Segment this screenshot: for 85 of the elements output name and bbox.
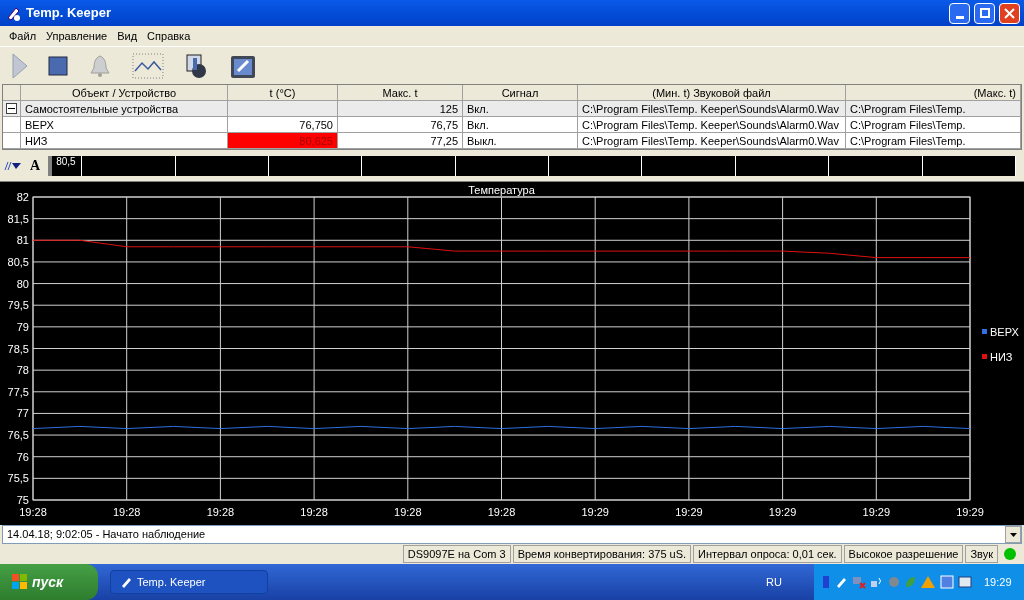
- expander-toggle[interactable]: [6, 103, 17, 114]
- table-cell: C:\Program Files\Temp.: [846, 101, 1021, 117]
- minimize-button[interactable]: [949, 2, 970, 24]
- play-icon: [12, 52, 28, 79]
- table-cell: C:\Program Files\Temp. Keeper\Sounds\Alarm0.Wav: [578, 101, 846, 117]
- menu-item[interactable]: Справка: [142, 27, 196, 45]
- bell-icon: [88, 53, 112, 78]
- x-tick-label: 19:28: [300, 506, 328, 518]
- legend-label: ВЕРХ: [990, 326, 1019, 338]
- battery-icon: [822, 575, 830, 589]
- table-cell: 125: [338, 101, 463, 117]
- y-tick-label: 82: [16, 191, 29, 203]
- y-tick-label: 80,5: [7, 255, 29, 268]
- table-cell: 80,625: [228, 133, 338, 149]
- wireless-icon: [870, 575, 884, 589]
- x-tick-label: 19:29: [675, 506, 703, 518]
- speaker-icon: [888, 575, 900, 589]
- table-cell: НИЗ: [21, 133, 228, 149]
- y-tick-label: 76: [16, 450, 29, 463]
- table-cell: 76,75: [338, 117, 463, 133]
- chart-title: Температура: [468, 184, 535, 196]
- y-tick-label: 81,5: [7, 212, 29, 225]
- table-cell: C:\Program Files\Temp.: [846, 117, 1021, 133]
- y-tick-label: 77: [16, 407, 29, 420]
- log-field[interactable]: 14.04.18; 9:02:05 - Начато наблюдение: [2, 525, 1022, 544]
- table-cell: 77,25: [338, 133, 463, 149]
- stop-icon: [48, 55, 68, 76]
- dropdown-button[interactable]: [1005, 526, 1021, 543]
- clock: 19:29: [984, 574, 1012, 590]
- status-panel: Интервал опроса: 0,01 сек.: [693, 545, 842, 563]
- x-tick-label: 19:28: [487, 506, 516, 518]
- status-panel: DS9097E на Com 3: [402, 545, 511, 563]
- close-icon: [1004, 7, 1015, 19]
- start-button[interactable]: пуск: [0, 564, 98, 600]
- table-cell: Вкл.: [463, 101, 578, 117]
- table-cell: Самостоятельные устройства: [21, 101, 228, 117]
- close-button[interactable]: [999, 2, 1020, 24]
- line-chart-icon: [132, 52, 164, 79]
- row-gutter: [3, 133, 21, 149]
- window-title: Temp. Keeper: [26, 4, 112, 23]
- restore-button[interactable]: [974, 2, 995, 24]
- taskbar-task[interactable]: Temp. Keeper: [110, 570, 268, 594]
- language-indicator: RU: [766, 574, 782, 590]
- x-tick-label: 19:29: [581, 506, 609, 518]
- y-tick-label: 75,5: [7, 472, 29, 485]
- y-tick-label: 78,5: [7, 342, 29, 355]
- status-panel: Высокое разрешение: [843, 545, 964, 563]
- y-tick-label: 75: [16, 494, 29, 506]
- font-button[interactable]: A: [30, 159, 41, 173]
- x-tick-label: 19:29: [768, 506, 797, 518]
- y-tick-label: 79: [16, 320, 29, 333]
- menu-item[interactable]: Вид: [112, 27, 143, 45]
- x-tick-label: 19:28: [19, 506, 47, 518]
- strip-reading: 80,5: [52, 156, 83, 176]
- status-panel: Время конвертирования: 375 uS.: [512, 545, 692, 563]
- x-tick-label: 19:29: [956, 506, 984, 518]
- table-cell: Вкл.: [463, 117, 578, 133]
- y-tick-label: 76,5: [7, 429, 29, 442]
- log-text: 14.04.18; 9:02:05 - Начато наблюдение: [6, 527, 207, 543]
- display-icon: [958, 575, 972, 589]
- x-tick-label: 19:29: [862, 506, 891, 518]
- table-cell: C:\Program Files\Temp.: [846, 133, 1021, 149]
- x-tick-label: 19:28: [112, 506, 141, 518]
- table-cell: ВЕРХ: [21, 117, 228, 133]
- table-cell: C:\Program Files\Temp. Keeper\Sounds\Alarm0.Wav: [578, 117, 846, 133]
- legend-label: НИЗ: [990, 351, 1013, 363]
- menu-item[interactable]: Файл: [4, 27, 42, 45]
- table-cell: C:\Program Files\Temp. Keeper\Sounds\Alarm0.Wav: [578, 133, 846, 149]
- windows-logo-icon: [12, 574, 28, 590]
- status-panel: Звук: [965, 545, 998, 563]
- x-tick-label: 19:28: [206, 506, 235, 518]
- y-tick-label: 79,5: [7, 299, 29, 312]
- caret-icon: [1009, 532, 1017, 537]
- color-marker-icon: [4, 161, 22, 171]
- table-cell: Выкл.: [463, 133, 578, 149]
- menu-item[interactable]: Управление: [41, 27, 113, 45]
- leaf-icon: [904, 575, 916, 589]
- y-tick-label: 80: [16, 277, 29, 290]
- warning-icon: [920, 575, 936, 589]
- y-tick-label: 77,5: [7, 385, 29, 398]
- network-icon: [852, 575, 866, 589]
- monitor-icon: [940, 575, 954, 589]
- x-tick-label: 19:28: [394, 506, 422, 518]
- y-tick-label: 78: [16, 364, 29, 377]
- y-tick-label: 81: [16, 234, 29, 247]
